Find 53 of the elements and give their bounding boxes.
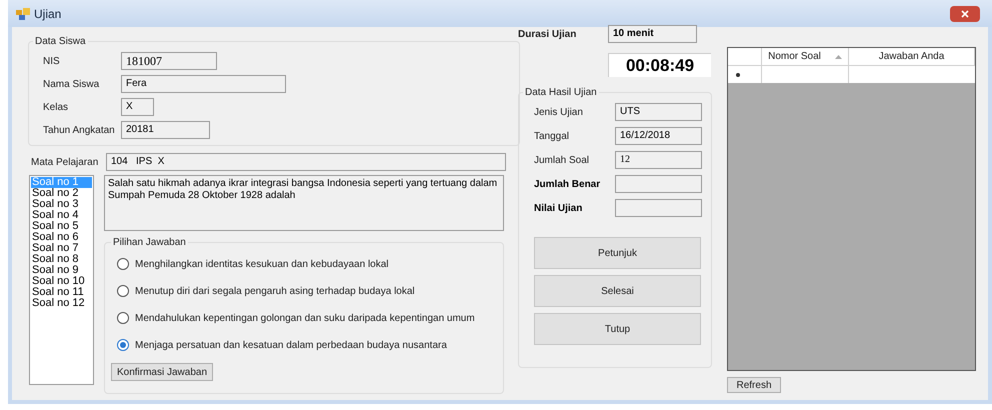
group-title: Data Hasil Ujian: [523, 85, 599, 100]
field-label: Mata Pelajaran: [31, 156, 100, 170]
text-field[interactable]: UTS: [615, 103, 702, 121]
text-field[interactable]: [615, 175, 702, 193]
duration-field: 10 menit: [608, 25, 697, 43]
field-label: Jumlah Soal: [534, 154, 590, 168]
radio-option[interactable]: Menutup diri dari segala pengaruh asing terhadap budaya lokal: [117, 282, 503, 300]
list-item[interactable]: Soal no 12: [31, 298, 92, 309]
sort-icon: [834, 54, 842, 58]
text-field[interactable]: [615, 199, 702, 217]
field-label: Kelas: [43, 100, 70, 114]
field-label: NIS: [43, 54, 61, 68]
text-field[interactable]: 181007: [121, 52, 217, 70]
list-item[interactable]: Soal no 8: [31, 254, 92, 265]
text-field[interactable]: 12: [615, 151, 702, 169]
list-item[interactable]: Soal no 11: [31, 287, 92, 298]
list-item[interactable]: Soal no 7: [31, 243, 92, 254]
field-label: Tahun Angkatan: [43, 124, 116, 138]
field-label: Jenis Ujian: [534, 106, 584, 120]
text-field[interactable]: Fera: [121, 75, 286, 93]
field-label: Tanggal: [534, 130, 570, 144]
field-label: Nilai Ujian: [534, 202, 584, 216]
new-row-icon: [736, 72, 740, 76]
list-item[interactable]: Soal no 9: [31, 265, 92, 276]
column-header[interactable]: Jawaban Anda: [849, 48, 975, 65]
radio-option[interactable]: Menjaga persatuan dan kesatuan dalam perbedaan budaya nusantara: [117, 336, 503, 354]
text-field[interactable]: 16/12/2018: [615, 127, 702, 145]
list-item[interactable]: Soal no 4: [31, 210, 92, 221]
duration-label: Durasi Ujian: [518, 28, 578, 42]
subject-field[interactable]: 104 IPS X: [106, 153, 506, 171]
action-button[interactable]: Tutup: [534, 313, 701, 345]
list-item[interactable]: Soal no 10: [31, 276, 92, 287]
list-item[interactable]: Soal no 6: [31, 232, 92, 243]
column-header[interactable]: Nomor Soal: [762, 48, 849, 65]
list-item[interactable]: Soal no 2: [31, 188, 92, 199]
list-item[interactable]: Soal no 5: [31, 221, 92, 232]
action-button[interactable]: Selesai: [534, 275, 701, 307]
list-item[interactable]: Soal no 3: [31, 199, 92, 210]
radio-option[interactable]: Mendahulukan kepentingan golongan dan suku daripada kepentingan umum: [117, 309, 503, 327]
close-icon: [961, 10, 969, 18]
text-field[interactable]: 20181: [121, 121, 210, 139]
field-label: Jumlah Benar: [534, 178, 602, 192]
field-label: Nama Siswa: [43, 78, 100, 92]
confirm-button[interactable]: Konfirmasi Jawaban: [111, 363, 213, 381]
countdown-timer: 00:08:49: [608, 53, 711, 77]
question-text: Salah satu hikmah adanya ikrar integrasi bangsa Indonesia seperti yang tertuang dalam Sumpah Pemuda 28 Oktober 1928 adalah: [104, 175, 504, 231]
radio-option[interactable]: Menghilangkan identitas kesukuan dan kebudayaan lokal: [117, 255, 503, 273]
window-title: Ujian: [34, 6, 62, 22]
app-icon: [16, 8, 30, 20]
refresh-button[interactable]: Refresh: [727, 377, 781, 393]
close-button[interactable]: [950, 6, 980, 22]
text-field[interactable]: X: [121, 98, 154, 116]
action-button[interactable]: Petunjuk: [534, 237, 701, 269]
